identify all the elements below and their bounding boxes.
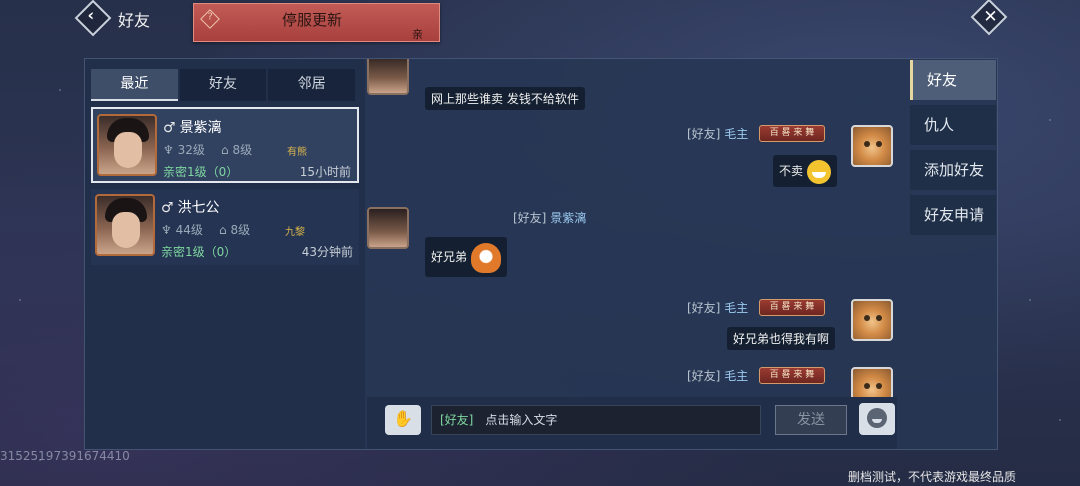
avatar [851,299,893,341]
avatar [851,125,893,167]
friend-level: ♆ 32级 [163,143,205,157]
chat-message: 好兄弟也得我有啊 [727,327,836,350]
question-icon: ? [200,9,220,29]
tab-recent[interactable]: 最近 [91,69,178,101]
avatar [851,367,893,397]
title-badge: 百 晷 来 舞 [759,367,825,384]
tab-neighbors[interactable]: 邻居 [268,69,356,101]
friend-last-seen: 43分钟前 [301,245,353,259]
friend-name: ♂ 洪七公 [161,200,220,216]
avatar [367,59,409,95]
friend-list-column: 最近 好友 邻居 ♂ 景紫漓 ♆ 32级 ⌂ 8级 有熊 亲密1级（0） 15小时… [85,59,365,449]
test-build-notice: 删档测试，不代表游戏最终品质 [848,470,1017,484]
send-button[interactable]: 发送 [775,405,847,435]
level-icon: ♆ [161,223,172,237]
avatar [97,114,157,176]
friend-home-level: ⌂ 8级 [219,223,251,237]
friend-intimacy: 亲密1级（0） [163,165,239,179]
male-icon: ♂ [161,200,174,216]
sender-name: [好友] 景紫漓 [513,211,587,225]
voice-button[interactable]: ✋ [385,405,421,435]
chat-message: 好兄弟 [425,237,508,277]
user-id-watermark: 31525197391674410 [0,449,130,463]
maintenance-notice[interactable]: ? 停服更新 亲 [193,3,440,42]
friend-name: ♂ 景紫漓 [163,120,222,136]
channel-label: [好友] [440,413,474,427]
back-button[interactable]: ‹ [74,0,112,37]
nav-enemies[interactable]: 仇人 [910,105,996,145]
tab-friends[interactable]: 好友 [179,69,267,101]
friend-last-seen: 15小时前 [299,165,351,179]
friend-list-item[interactable]: ♂ 洪七公 ♆ 44级 ⌂ 8级 九黎 亲密1级（0） 43分钟前 [91,189,359,265]
microphone-icon: ✋ [393,409,413,428]
red-panda-sticker-icon [471,242,502,273]
avatar [95,194,155,256]
level-icon: ♆ [163,143,174,157]
sender-name: [好友] 毛主 [687,369,749,383]
emoji-button[interactable] [859,403,895,435]
grin-emoji-icon [807,159,832,184]
notice-subtext: 亲 [412,28,423,41]
friend-level: ♆ 44级 [161,223,203,237]
nav-add-friend[interactable]: 添加好友 [910,150,996,190]
friends-panel: 最近 好友 邻居 ♂ 景紫漓 ♆ 32级 ⌂ 8级 有熊 亲密1级（0） 15小时… [84,58,998,450]
close-button[interactable]: ✕ [970,0,1008,36]
sender-name: [好友] 毛主 [687,301,749,315]
input-placeholder: 点击输入文字 [485,413,558,427]
title-badge: 百 晷 来 舞 [759,299,825,316]
friend-clan-tag: 有熊 [287,147,307,158]
chat-log[interactable]: 网上那些谁卖 发钱不给软件 [好友] 毛主 百 晷 来 舞 不卖 [好友] 景紫… [367,59,897,397]
nav-friend-requests[interactable]: 好友申请 [910,195,996,235]
top-bar: ‹ 好友 ? 停服更新 亲 ✕ [0,0,1080,42]
nav-friends[interactable]: 好友 [910,60,996,100]
chat-input[interactable]: [好友] 点击输入文字 [431,405,761,435]
friends-side-nav: 好友 仇人 添加好友 好友申请 [910,60,996,240]
friend-tabs: 最近 好友 邻居 [91,69,357,101]
chat-input-bar: ✋ [好友] 点击输入文字 发送 [367,397,897,449]
male-icon: ♂ [163,120,176,136]
chevron-left-icon: ‹ [87,5,95,25]
notice-title: 停服更新 [282,11,343,29]
friend-home-level: ⌂ 8级 [221,143,253,157]
title-badge: 百 晷 来 舞 [759,125,825,142]
friend-list-item[interactable]: ♂ 景紫漓 ♆ 32级 ⌂ 8级 有熊 亲密1级（0） 15小时前 [91,107,359,183]
house-icon: ⌂ [219,223,227,237]
page-title: 好友 [118,11,151,30]
chat-message: 网上那些谁卖 发钱不给软件 [425,87,585,110]
avatar [367,207,409,249]
friend-intimacy: 亲密1级（0） [161,245,237,259]
friend-clan-tag: 九黎 [285,227,305,238]
close-icon: ✕ [983,7,998,28]
chat-message: 不卖 [773,155,838,187]
house-icon: ⌂ [221,143,229,157]
sender-name: [好友] 毛主 [687,127,749,141]
